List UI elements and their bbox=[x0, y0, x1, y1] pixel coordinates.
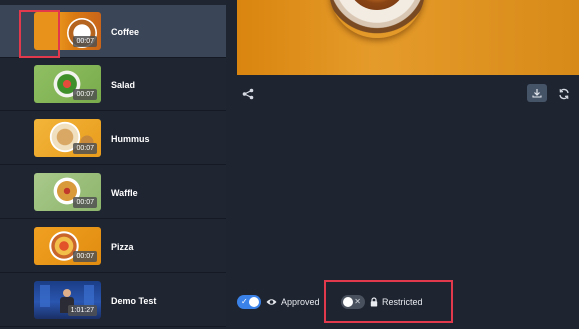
lock-icon bbox=[370, 297, 378, 307]
download-button[interactable] bbox=[527, 84, 547, 102]
approved-toggle[interactable]: ✓ bbox=[237, 295, 261, 309]
video-preview[interactable] bbox=[237, 0, 579, 75]
list-item-pizza[interactable]: 00:07 Pizza bbox=[0, 220, 226, 273]
duration-badge: 00:07 bbox=[73, 89, 97, 100]
item-title: Waffle bbox=[111, 187, 138, 198]
approved-label: Approved bbox=[281, 297, 320, 307]
duration-badge: 00:07 bbox=[73, 197, 97, 208]
thumbnail-coffee: 00:07 bbox=[34, 12, 101, 50]
eye-icon bbox=[266, 298, 277, 306]
item-title: Pizza bbox=[111, 241, 134, 252]
item-title: Hummus bbox=[111, 133, 150, 144]
refresh-icon[interactable] bbox=[557, 87, 571, 101]
restricted-toggle-group: ✕ Restricted bbox=[341, 294, 423, 310]
item-title: Demo Test bbox=[111, 295, 157, 306]
restricted-toggle[interactable]: ✕ bbox=[341, 295, 365, 309]
list-item-coffee[interactable]: 00:07 Coffee bbox=[0, 5, 226, 58]
list-item-demo-test[interactable]: 1:01:27 Demo Test bbox=[0, 274, 226, 327]
duration-badge: 00:07 bbox=[73, 36, 97, 47]
item-title: Salad bbox=[111, 79, 136, 90]
list-item-waffle[interactable]: 00:07 Waffle bbox=[0, 166, 226, 219]
share-icon[interactable] bbox=[241, 87, 255, 101]
list-item-salad[interactable]: 00:07 Salad bbox=[0, 58, 226, 111]
download-icon bbox=[532, 89, 542, 98]
thumbnail-pizza: 00:07 bbox=[34, 227, 101, 265]
item-title: Coffee bbox=[111, 26, 140, 37]
duration-badge: 1:01:27 bbox=[67, 305, 97, 316]
duration-badge: 00:07 bbox=[73, 251, 97, 262]
list-item-hummus[interactable]: 00:07 Hummus bbox=[0, 112, 226, 165]
x-icon: ✕ bbox=[354, 297, 361, 306]
approved-toggle-group: ✓ Approved bbox=[237, 294, 320, 310]
toggle-knob bbox=[249, 297, 259, 307]
toggle-knob bbox=[343, 297, 353, 307]
duration-badge: 00:07 bbox=[73, 143, 97, 154]
restricted-label: Restricted bbox=[382, 297, 423, 307]
video-list: 00:07 Coffee 00:07 Salad 00:07 Hummus 00… bbox=[0, 0, 226, 329]
thumbnail-demo-test: 1:01:27 bbox=[34, 281, 101, 319]
thumbnail-salad: 00:07 bbox=[34, 65, 101, 103]
check-icon: ✓ bbox=[241, 297, 248, 306]
thumbnail-waffle: 00:07 bbox=[34, 173, 101, 211]
coffee-cup-image bbox=[329, 0, 425, 38]
thumbnail-hummus: 00:07 bbox=[34, 119, 101, 157]
